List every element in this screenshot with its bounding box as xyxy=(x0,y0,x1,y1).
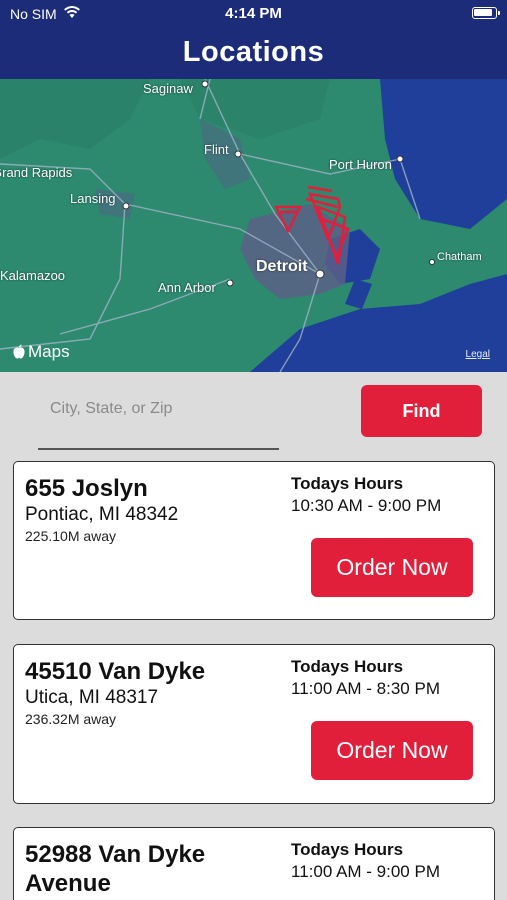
status-bar: No SIM 4:14 PM xyxy=(0,0,507,28)
map-label-grand-rapids: Grand Rapids xyxy=(0,165,73,180)
nav-header: Locations xyxy=(0,28,507,79)
search-row: Find xyxy=(0,372,507,454)
location-distance: 236.32M away xyxy=(25,711,117,727)
map-label-detroit: Detroit xyxy=(256,258,308,275)
location-street: 655 Joslyn xyxy=(25,475,148,502)
location-street: 45510 Van Dyke xyxy=(25,658,206,685)
map-label-lansing: Lansing xyxy=(70,191,116,206)
maps-label: Maps xyxy=(28,342,70,361)
map-label-saginaw: Saginaw xyxy=(143,81,193,96)
search-underline xyxy=(38,448,279,450)
location-card[interactable]: 655 Joslyn Pontiac, MI 48342 225.10M awa… xyxy=(13,461,495,620)
map-label-ann-arbor: Ann Arbor xyxy=(158,280,216,295)
map-label-port-huron: Port Huron xyxy=(329,157,392,172)
map-label-flint: Flint xyxy=(204,142,229,157)
map-canvas xyxy=(0,79,507,372)
page-title: Locations xyxy=(182,36,325,68)
location-street: 52988 Van Dyke Avenue xyxy=(25,841,206,897)
hours-value: 10:30 AM - 9:00 PM xyxy=(291,496,442,515)
hours-value: 11:00 AM - 8:30 PM xyxy=(291,679,440,698)
map-label-kalamazoo: Kalamazoo xyxy=(0,268,66,283)
hours-label: Todays Hours xyxy=(291,840,404,859)
order-now-button[interactable]: Order Now xyxy=(311,538,473,597)
status-time: 4:14 PM xyxy=(225,5,282,22)
location-card[interactable]: 52988 Van Dyke Avenue Todays Hours 11:00… xyxy=(13,827,495,900)
map-label-chatham: Chatham xyxy=(437,251,482,263)
apple-maps-attribution: Maps xyxy=(12,342,70,362)
map-view[interactable]: Saginaw Flint Port Huron Grand Rapids La… xyxy=(0,79,507,372)
location-city: Pontiac, MI 48342 xyxy=(25,504,179,525)
battery-icon xyxy=(472,7,500,19)
location-search-input[interactable] xyxy=(38,394,278,424)
hours-label: Todays Hours xyxy=(291,657,404,676)
hours-label: Todays Hours xyxy=(291,474,404,493)
location-distance: 225.10M away xyxy=(25,528,117,544)
legal-link[interactable]: Legal xyxy=(466,349,490,360)
hours-value: 11:00 AM - 9:00 PM xyxy=(291,862,440,881)
order-now-button[interactable]: Order Now xyxy=(311,721,473,780)
find-button[interactable]: Find xyxy=(361,385,482,437)
apple-logo-icon xyxy=(12,344,26,360)
location-city: Utica, MI 48317 xyxy=(25,687,159,708)
location-card[interactable]: 45510 Van Dyke Utica, MI 48317 236.32M a… xyxy=(13,644,495,804)
